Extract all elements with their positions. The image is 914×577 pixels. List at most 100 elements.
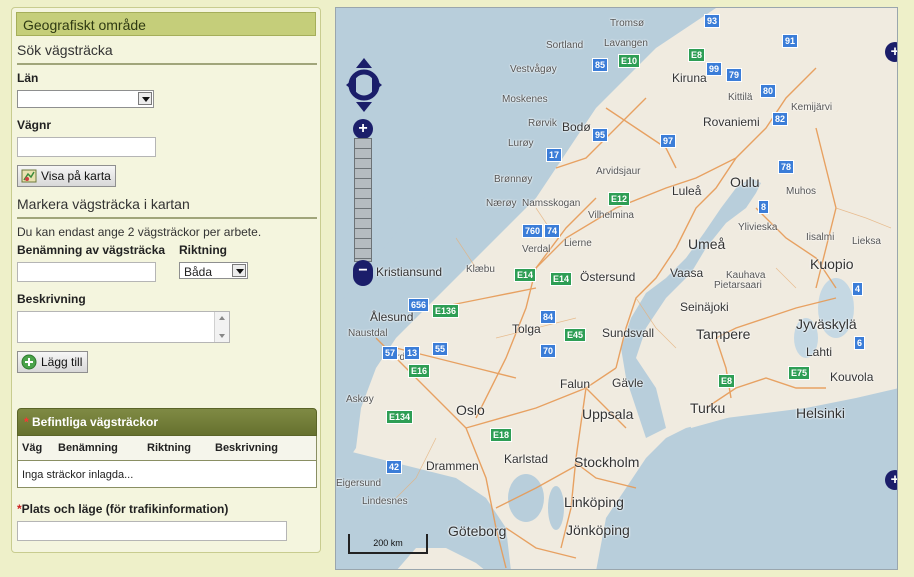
existing-roads-table: * Befintliga vägsträckor Väg Benämning R… (17, 408, 317, 488)
route-shield: 85 (592, 58, 609, 72)
route-shield: 80 (760, 84, 777, 98)
route-shield: E16 (408, 364, 431, 378)
map-viewport[interactable]: Oslo Uppsala Stockholm Helsinki Tampere … (335, 7, 898, 570)
city-label: Iisalmi (806, 232, 835, 243)
city-label: Kemijärvi (791, 102, 833, 113)
city-label: Falun (560, 377, 591, 391)
city-label: Uppsala (582, 406, 634, 422)
zoom-slider[interactable] (354, 138, 372, 262)
city-label: Verdal (522, 244, 551, 255)
city-label: Moskenes (502, 94, 548, 105)
city-label: Tromsø (610, 18, 645, 29)
column-header[interactable]: Benämning (58, 442, 118, 454)
city-label: Ylivieska (738, 222, 778, 233)
show-on-map-label: Visa på karta (41, 169, 111, 183)
city-label: Jönköping (566, 522, 630, 538)
route-shield: 4 (852, 282, 864, 296)
city-label: Karlstad (504, 452, 549, 466)
description-label: Beskrivning (17, 292, 86, 306)
route-shield: E8 (688, 48, 706, 62)
city-label: Turku (690, 400, 726, 416)
city-label: Kouvola (830, 370, 874, 384)
lan-label: Län (17, 71, 39, 85)
expand-overview-button[interactable]: + (885, 470, 897, 490)
road-name-label: Benämning av vägsträcka (17, 243, 166, 257)
route-shield: 6 (854, 336, 866, 350)
city-label: Lahti (806, 345, 833, 359)
route-shield: 57 (382, 346, 399, 360)
divider (17, 217, 317, 219)
city-label: Ålesund (370, 310, 414, 324)
mark-section-title: Markera vägsträcka i kartan (17, 196, 190, 212)
route-shield: 74 (544, 224, 561, 238)
city-label: Luleå (672, 184, 702, 198)
route-shield: E18 (490, 428, 513, 442)
city-label: Gävle (612, 376, 644, 390)
city-label: Göteborg (448, 523, 507, 539)
chevron-down-icon (232, 264, 246, 277)
city-label: Brønnøy (494, 174, 533, 185)
route-shield: E134 (386, 410, 414, 424)
city-label: Sortland (546, 40, 584, 51)
column-header[interactable]: Väg (22, 442, 42, 454)
expand-layers-button[interactable]: + (885, 42, 897, 62)
route-shield: 656 (408, 298, 430, 312)
route-shield: 55 (432, 342, 449, 356)
road-name-input[interactable] (17, 262, 156, 282)
divider (17, 63, 317, 65)
city-label: Naustdal (348, 328, 388, 339)
city-label: Kuopio (810, 256, 854, 272)
city-label: Lindesnes (362, 496, 408, 507)
city-label: Östersund (580, 270, 636, 284)
map-icon (21, 169, 37, 183)
chevron-down-icon (138, 92, 152, 105)
city-label: Rørvik (528, 118, 557, 129)
scroll-down-icon[interactable] (219, 334, 225, 338)
route-shield: E45 (564, 328, 587, 342)
column-header[interactable]: Beskrivning (215, 442, 278, 454)
scale-bar: 200 km (348, 534, 428, 554)
city-label: Pietarsaari (714, 280, 762, 291)
route-shield: 95 (592, 128, 609, 142)
place-input[interactable] (17, 521, 287, 541)
city-label: Tampere (696, 326, 751, 342)
city-label: Sundsvall (602, 326, 655, 340)
description-textarea[interactable] (17, 311, 230, 343)
city-label: Lurøy (508, 138, 534, 149)
column-header[interactable]: Riktning (147, 442, 191, 454)
city-label: Arvidsjaur (596, 166, 641, 177)
city-label: Vilhelmina (588, 210, 634, 221)
pan-control[interactable] (346, 58, 382, 112)
direction-select[interactable]: Båda (179, 262, 248, 279)
route-shield: 93 (704, 14, 721, 28)
vagnr-input[interactable] (17, 137, 156, 157)
direction-select-value: Båda (184, 265, 213, 279)
route-shield: E136 (432, 304, 460, 318)
lan-select[interactable] (17, 90, 154, 108)
zoom-in-button[interactable]: + (353, 119, 373, 139)
city-label: Vaasa (670, 266, 704, 280)
city-label: Lierne (564, 238, 592, 249)
show-on-map-button[interactable]: Visa på karta (17, 165, 116, 187)
city-label: Seinäjoki (680, 300, 729, 314)
city-label: Oslo (456, 402, 485, 418)
city-label: Kristiansund (376, 265, 443, 279)
city-label: Lavangen (604, 38, 648, 49)
zoom-out-button[interactable]: − (353, 260, 373, 286)
mark-note: Du kan endast ange 2 vägsträckor per arb… (17, 225, 262, 239)
route-shield: 17 (546, 148, 563, 162)
city-label: Drammen (426, 459, 479, 473)
scroll-up-icon[interactable] (219, 316, 225, 320)
route-shield: 78 (778, 160, 795, 174)
route-shield: 70 (540, 344, 557, 358)
city-label: Helsinki (796, 405, 846, 421)
panel-header: Geografiskt område (16, 12, 316, 36)
city-label: Linköping (564, 494, 624, 510)
city-label: Bodø (562, 120, 591, 134)
textarea-scrollbar[interactable] (214, 312, 229, 342)
table-column-headers: Väg Benämning Riktning Beskrivning (17, 436, 317, 460)
city-label: Kauhava (726, 270, 766, 281)
add-button[interactable]: Lägg till (17, 351, 88, 373)
route-shield: E10 (618, 54, 641, 68)
vagnr-label: Vägnr (17, 118, 52, 132)
